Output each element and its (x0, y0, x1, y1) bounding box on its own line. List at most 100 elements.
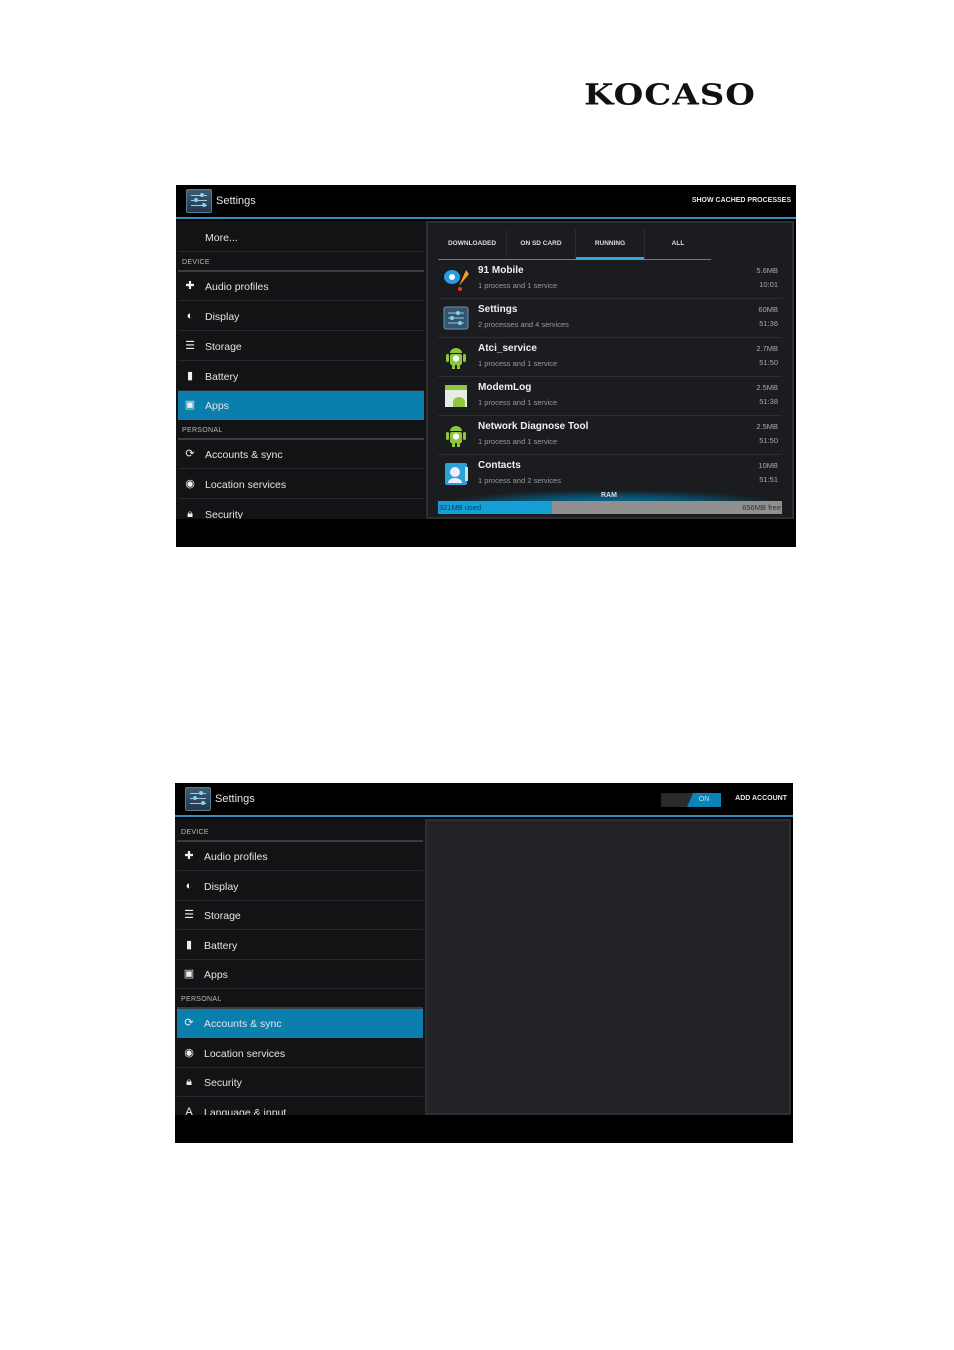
page-title: Settings (216, 195, 256, 207)
process-name: Atci_service (478, 343, 537, 354)
audio-profiles-icon: ✚ (184, 850, 194, 862)
location-icon: ◉ (184, 1047, 194, 1059)
process-time: 51:36 (759, 319, 778, 328)
process-size: 2.5MB (756, 383, 778, 392)
sidebar-item-security[interactable]: 🔒︎ Security (177, 1068, 423, 1097)
running-apps-panel: DOWNLOADED ON SD CARD RUNNING ALL 91 Mob… (426, 221, 794, 519)
tab-downloaded[interactable]: DOWNLOADED (438, 229, 507, 259)
sidebar-item-storage[interactable]: ☰ Storage (177, 901, 423, 930)
process-name: Network Diagnose Tool (478, 421, 589, 432)
sidebar-item-more[interactable]: More... (178, 223, 424, 252)
sidebar-item-accounts-sync[interactable]: ⟳ Accounts & sync (177, 1009, 423, 1038)
sidebar-item-audio-profiles[interactable]: ✚ Audio profiles (177, 842, 423, 871)
lock-icon: 🔒︎ (186, 1076, 192, 1088)
sync-icon: ⟳ (184, 1017, 194, 1029)
battery-icon: ▮ (185, 939, 193, 951)
process-row[interactable]: ModemLog 1 process and 1 service 2.5MB 5… (438, 377, 782, 416)
tab-all[interactable]: ALL (645, 229, 711, 259)
toggle-on-state: ON (687, 793, 721, 807)
91-mobile-icon (444, 270, 469, 291)
sync-toggle[interactable]: ON (661, 793, 721, 807)
process-row[interactable]: Network Diagnose Tool 1 process and 1 se… (438, 416, 782, 455)
process-row[interactable]: Contacts 1 process and 2 services 10MB 5… (438, 455, 782, 494)
sidebar-item-label: Apps (205, 400, 229, 412)
process-detail: 1 process and 1 service (478, 437, 558, 446)
kocaso-logo: KOCASO (584, 78, 756, 112)
sidebar-item-storage[interactable]: ☰ Storage (178, 332, 424, 361)
process-name: ModemLog (478, 382, 532, 393)
process-detail: 1 process and 1 service (478, 398, 558, 407)
process-size: 2.7MB (756, 344, 778, 353)
navigation-bar (176, 519, 796, 547)
page-title: Settings (215, 793, 255, 805)
storage-icon: ☰ (185, 340, 195, 352)
audio-profiles-icon: ✚ (185, 280, 195, 292)
sync-icon: ⟳ (185, 448, 195, 460)
sidebar-item-apps[interactable]: ▣ Apps (178, 391, 424, 420)
sidebar-item-display[interactable]: ◐ Display (178, 302, 424, 331)
sidebar-item-apps[interactable]: ▣ Apps (177, 960, 423, 989)
section-header-device: DEVICE (182, 259, 210, 266)
process-row[interactable]: Settings 2 processes and 4 services 60MB… (438, 299, 782, 338)
add-account-button[interactable]: ADD ACCOUNT (735, 795, 787, 802)
process-name: Settings (478, 304, 518, 315)
process-size: 60MB (758, 305, 778, 314)
process-size: 5.6MB (756, 266, 778, 275)
sidebar-item-battery[interactable]: ▮ Battery (177, 931, 423, 960)
action-bar: Settings ON ADD ACCOUNT (175, 783, 793, 817)
process-time: 10:01 (759, 280, 778, 289)
ram-free-text: 656MB free (742, 503, 781, 512)
sidebar-item-label: Battery (205, 371, 239, 383)
sidebar-item-label: Audio profiles (204, 851, 268, 863)
screenshot-accounts-sync: Settings ON ADD ACCOUNT DEVICE ✚ Audio pr… (175, 783, 793, 1143)
process-name: 91 Mobile (478, 265, 524, 276)
apps-icon: ▣ (184, 399, 196, 411)
sidebar-item-label: Audio profiles (205, 281, 269, 293)
sidebar-item-label: Display (204, 881, 239, 893)
sidebar-item-location-services[interactable]: ◉ Location services (178, 470, 424, 499)
section-header-device: DEVICE (181, 829, 209, 836)
sidebar-item-label: Security (204, 1077, 242, 1089)
tab-running[interactable]: RUNNING (576, 229, 645, 260)
android-icon (446, 426, 466, 447)
action-bar: Settings SHOW CACHED PROCESSES (176, 185, 796, 219)
settings-sidebar: DEVICE ✚ Audio profiles ◐ Display ☰ Storage… (175, 819, 425, 1127)
sidebar-item-label: Accounts & sync (204, 1018, 282, 1030)
sidebar-item-accounts-sync[interactable]: ⟳ Accounts & sync (178, 440, 424, 469)
navigation-bar (175, 1115, 793, 1143)
sidebar-item-label: Location services (205, 479, 287, 491)
process-time: 51:50 (759, 358, 778, 367)
tab-on-sd-card[interactable]: ON SD CARD (507, 229, 576, 259)
process-time: 51:38 (759, 397, 778, 406)
apps-icon: ▣ (183, 968, 195, 980)
show-cached-processes-button[interactable]: SHOW CACHED PROCESSES (692, 197, 791, 204)
settings-icon (443, 306, 469, 330)
sidebar-item-label: Location services (204, 1048, 286, 1060)
location-icon: ◉ (185, 478, 195, 490)
sidebar-item-battery[interactable]: ▮ Battery (178, 362, 424, 391)
process-name: Contacts (478, 460, 521, 471)
sidebar-item-label: Battery (204, 940, 238, 952)
battery-icon: ▮ (186, 370, 194, 382)
sidebar-item-label: Storage (205, 341, 242, 353)
sidebar-item-display[interactable]: ◐ Display (177, 872, 423, 901)
storage-icon: ☰ (184, 909, 194, 921)
ram-used-text: 321MB used (439, 503, 482, 512)
sidebar-item-label: More... (205, 232, 238, 244)
sidebar-item-location-services[interactable]: ◉ Location services (177, 1039, 423, 1068)
process-time: 51:51 (759, 475, 778, 484)
settings-app-icon[interactable] (186, 189, 212, 213)
process-detail: 1 process and 2 services (478, 476, 561, 485)
process-size: 10MB (758, 461, 778, 470)
section-header-personal: PERSONAL (181, 996, 222, 1003)
process-row[interactable]: 91 Mobile 1 process and 1 service 5.6MB … (438, 260, 782, 299)
process-row[interactable]: Atci_service 1 process and 1 service 2.7… (438, 338, 782, 377)
sidebar-item-label: Apps (204, 969, 228, 981)
sidebar-item-audio-profiles[interactable]: ✚ Audio profiles (178, 272, 424, 301)
settings-app-icon[interactable] (185, 787, 211, 811)
accounts-empty-panel (425, 819, 791, 1115)
android-icon (446, 348, 466, 369)
sidebar-item-label: Display (205, 311, 240, 323)
ram-label: RAM (601, 492, 617, 499)
process-time: 51:50 (759, 436, 778, 445)
